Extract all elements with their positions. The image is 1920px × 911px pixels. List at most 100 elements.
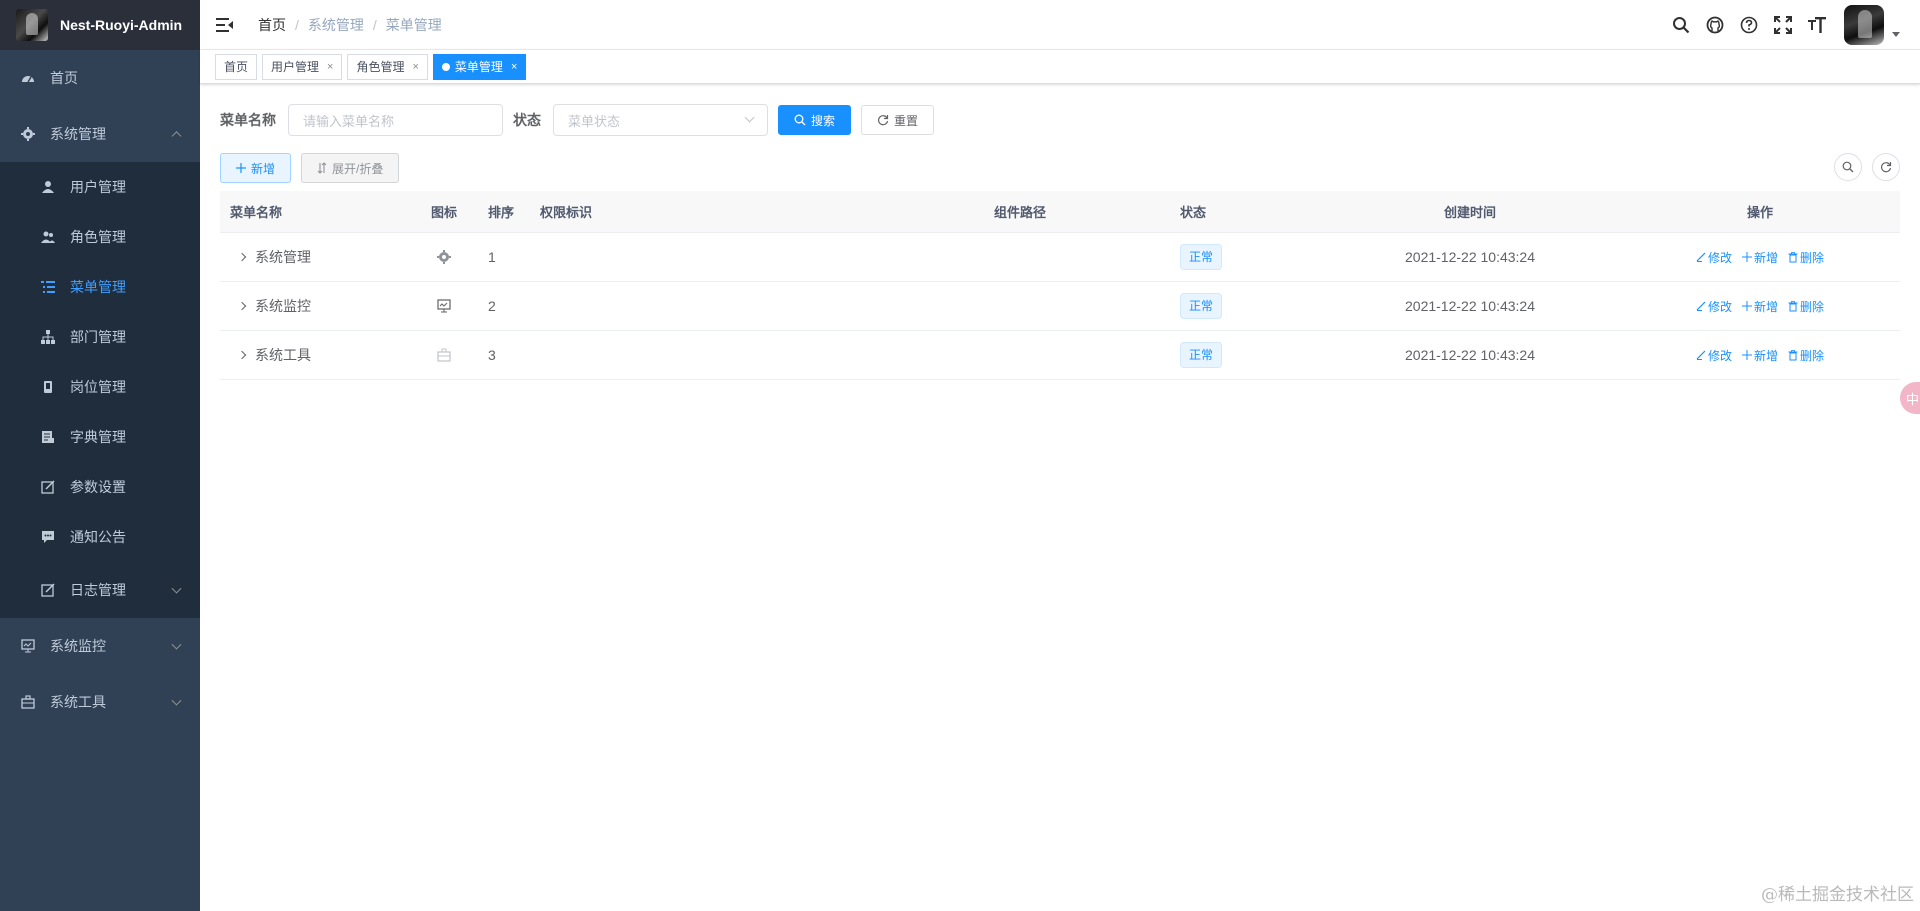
cell-name: 系统管理 [220, 247, 408, 267]
sidebar-item-notice[interactable]: 通知公告 [0, 512, 200, 562]
status-select[interactable]: 菜单状态 [553, 104, 768, 136]
sidebar-item-label: 日志管理 [70, 582, 126, 598]
sidebar-item-dept[interactable]: 部门管理 [0, 312, 200, 362]
sort-icon [317, 162, 327, 174]
expand-arrow-icon[interactable] [237, 350, 247, 360]
tag-role[interactable]: 角色管理 × [347, 53, 428, 80]
plus-icon [1741, 301, 1752, 311]
menu-name: 系统监控 [255, 298, 311, 314]
floating-helper-badge[interactable]: 中 [1900, 382, 1920, 414]
cell-status: 正常 [1180, 342, 1320, 368]
add-child-button[interactable]: 新增 [1741, 298, 1778, 315]
delete-button[interactable]: 删除 [1788, 249, 1824, 266]
menu-name: 系统管理 [255, 249, 311, 265]
menu-name-input[interactable]: 请输入菜单名称 [288, 104, 503, 136]
add-child-button[interactable]: 新增 [1741, 347, 1778, 364]
chevron-down-icon [171, 695, 182, 706]
cell-status: 正常 [1180, 293, 1320, 319]
hamburger-icon [216, 17, 233, 32]
breadcrumb-separator: / [295, 16, 299, 33]
caret-down-icon[interactable] [1892, 31, 1900, 37]
cell-order: 3 [488, 347, 496, 363]
delete-label: 删除 [1800, 299, 1825, 314]
tool-icon [437, 348, 451, 362]
table-row: 系统管理 1 正常 2021-12-22 10:43:24 修改 新增 删除 [220, 233, 1900, 282]
add-child-button[interactable]: 新增 [1741, 249, 1778, 266]
sidebar-item-label: 角色管理 [70, 229, 126, 245]
trash-icon [1788, 251, 1798, 263]
right-toolbar [1824, 153, 1900, 181]
search-icon [794, 114, 806, 126]
cell-icon [408, 348, 480, 362]
help-icon[interactable] [1732, 0, 1766, 50]
tag-user[interactable]: 用户管理 × [262, 53, 343, 80]
sidebar: Nest-Ruoyi-Admin 首页 系统管理 用户管理 角色管理 菜单管理 … [0, 0, 200, 911]
chevron-up-icon [171, 131, 182, 142]
font-size-icon[interactable] [1800, 0, 1834, 50]
edit-label: 修改 [1707, 250, 1732, 265]
menu-table: 菜单名称 图标 排序 权限标识 组件路径 状态 创建时间 操作 系统管理 1 正… [220, 191, 1900, 380]
tag-home[interactable]: 首页 [215, 53, 258, 80]
cell-icon [408, 299, 480, 313]
edit-button[interactable]: 修改 [1696, 249, 1732, 266]
close-icon[interactable]: × [327, 55, 333, 79]
sidebar-item-user[interactable]: 用户管理 [0, 162, 200, 212]
search-button[interactable]: 搜索 [778, 105, 852, 135]
breadcrumb-home[interactable]: 首页 [258, 15, 286, 35]
add-label: 新增 [1753, 299, 1778, 314]
system-icon [20, 126, 36, 142]
sidebar-item-dict[interactable]: 字典管理 [0, 412, 200, 462]
search-icon[interactable] [1664, 0, 1698, 50]
cell-ops: 修改 新增 删除 [1620, 347, 1900, 364]
search-form: 菜单名称 请输入菜单名称 状态 菜单状态 搜索 重置 [220, 104, 1900, 136]
tag-label: 用户管理 [271, 59, 320, 74]
log-icon [40, 582, 56, 598]
reset-button-label: 重置 [894, 113, 919, 128]
edit-icon [1696, 350, 1706, 360]
sidebar-item-tool[interactable]: 系统工具 [0, 674, 200, 730]
reset-button[interactable]: 重置 [861, 105, 935, 135]
chevron-down-icon [171, 583, 182, 594]
sidebar-item-label: 用户管理 [70, 179, 126, 195]
delete-button[interactable]: 删除 [1788, 347, 1824, 364]
edit-icon [1696, 252, 1706, 262]
expand-arrow-icon[interactable] [237, 301, 247, 311]
tag-label: 首页 [224, 59, 249, 74]
dict-icon [40, 429, 56, 445]
sidebar-item-post[interactable]: 岗位管理 [0, 362, 200, 412]
tag-menu[interactable]: 菜单管理 × [432, 53, 527, 80]
monitor-icon [437, 299, 451, 313]
search-button-label: 搜索 [811, 113, 836, 128]
hamburger-button[interactable] [200, 0, 250, 50]
sidebar-item-config[interactable]: 参数设置 [0, 462, 200, 512]
delete-button[interactable]: 删除 [1788, 298, 1824, 315]
sidebar-item-label: 菜单管理 [70, 279, 126, 295]
refresh-icon [1880, 162, 1892, 173]
avatar[interactable] [1844, 5, 1884, 45]
fullscreen-icon[interactable] [1766, 0, 1800, 50]
status-label: 状态 [513, 112, 541, 128]
github-icon[interactable] [1698, 0, 1732, 50]
sidebar-item-role[interactable]: 角色管理 [0, 212, 200, 262]
sidebar-item-home[interactable]: 首页 [0, 50, 200, 106]
refresh-button[interactable] [1872, 153, 1900, 181]
expand-arrow-icon[interactable] [237, 252, 247, 262]
col-header-perm: 权限标识 [540, 205, 593, 220]
active-dot-icon [441, 62, 450, 71]
expand-collapse-button[interactable]: 展开/折叠 [301, 153, 400, 183]
tag-label: 角色管理 [356, 59, 405, 74]
edit-button[interactable]: 修改 [1696, 298, 1732, 315]
sidebar-item-monitor[interactable]: 系统监控 [0, 618, 200, 674]
col-header-order: 排序 [488, 205, 515, 220]
add-button[interactable]: 新增 [220, 153, 292, 183]
add-label: 新增 [1753, 348, 1778, 363]
close-icon[interactable]: × [412, 55, 418, 79]
sidebar-item-log[interactable]: 日志管理 [0, 562, 200, 618]
col-header-time: 创建时间 [1443, 205, 1496, 220]
logo[interactable]: Nest-Ruoyi-Admin [0, 0, 200, 50]
close-icon[interactable]: × [511, 55, 517, 79]
sidebar-item-menu[interactable]: 菜单管理 [0, 262, 200, 312]
toggle-search-button[interactable] [1834, 153, 1862, 181]
sidebar-item-system[interactable]: 系统管理 [0, 106, 200, 162]
edit-button[interactable]: 修改 [1696, 347, 1732, 364]
